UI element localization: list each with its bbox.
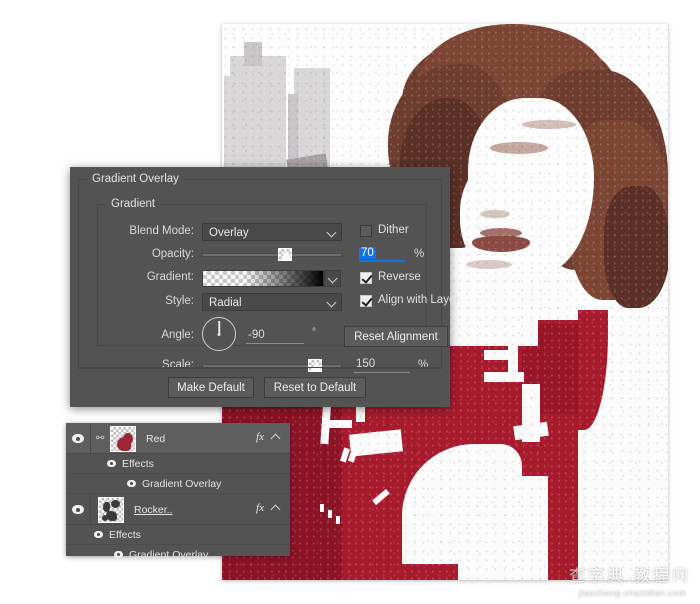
opacity-slider[interactable] bbox=[202, 248, 342, 262]
angle-dial[interactable] bbox=[202, 317, 236, 351]
scale-input[interactable]: 150 bbox=[354, 358, 410, 373]
layer-visibility-cell-rocker[interactable] bbox=[66, 494, 91, 525]
opacity-label: Opacity: bbox=[151, 248, 194, 260]
watermark-url: jiaocheng.chazidian.com bbox=[578, 588, 687, 598]
dither-checkbox-box bbox=[360, 225, 372, 237]
layer-row-rocker[interactable]: Rocker.. fx bbox=[66, 494, 290, 525]
opacity-unit: % bbox=[414, 248, 425, 260]
layer-name-rocker[interactable]: Rocker.. bbox=[134, 504, 173, 516]
layer-thumbnail-red[interactable] bbox=[110, 426, 136, 452]
chevron-up-icon[interactable] bbox=[272, 505, 281, 511]
layer-visibility-cell-red[interactable] bbox=[66, 423, 91, 454]
reset-to-default-button[interactable]: Reset to Default bbox=[264, 377, 366, 398]
blend-mode-select[interactable]: Overlay bbox=[202, 223, 342, 241]
angle-dial-center bbox=[217, 333, 221, 336]
dialog-divider bbox=[78, 367, 442, 368]
layer-name-red[interactable]: Red bbox=[146, 433, 165, 445]
align-with-layer-checkbox-box bbox=[360, 295, 372, 307]
gradient-preview-swatch[interactable] bbox=[202, 270, 324, 287]
fx-icon[interactable]: fx bbox=[256, 502, 264, 514]
style-value: Radial bbox=[209, 297, 242, 309]
gradient-label: Gradient: bbox=[146, 271, 194, 283]
reverse-label: Reverse bbox=[378, 271, 421, 283]
gradient-subgroup: Gradient Blend Mode: Overlay Dither Opac… bbox=[97, 198, 459, 373]
eye-icon[interactable] bbox=[94, 531, 103, 538]
eye-icon[interactable] bbox=[107, 460, 116, 467]
opacity-value: 70 bbox=[359, 247, 376, 259]
style-label: Style: bbox=[165, 295, 194, 307]
opacity-slider-track bbox=[202, 253, 342, 257]
effects-row-red[interactable]: Effects bbox=[66, 454, 290, 474]
scale-slider-thumb[interactable] bbox=[308, 359, 322, 372]
effects-label-rocker: Effects bbox=[109, 529, 141, 541]
effect-gradient-overlay-rocker[interactable]: Gradient Overlay bbox=[66, 545, 290, 565]
eye-icon[interactable] bbox=[127, 480, 136, 487]
effect-gradient-overlay-red[interactable]: Gradient Overlay bbox=[66, 474, 290, 494]
gradient-overlay-group: Gradient Overlay Gradient Blend Mode: Ov… bbox=[78, 173, 459, 373]
eye-icon[interactable] bbox=[114, 551, 123, 558]
dither-label: Dither bbox=[378, 224, 409, 236]
style-select[interactable]: Radial bbox=[202, 293, 342, 311]
make-default-button[interactable]: Make Default bbox=[168, 377, 254, 398]
gradient-overlay-dialog[interactable]: Gradient Overlay Gradient Blend Mode: Ov… bbox=[70, 167, 459, 407]
scale-slider[interactable] bbox=[202, 359, 342, 373]
scale-value: 150 bbox=[356, 358, 376, 370]
angle-input[interactable]: -90 bbox=[246, 329, 304, 344]
dialog-title: Gradient Overlay bbox=[87, 173, 184, 185]
scale-label: Scale: bbox=[162, 359, 194, 371]
opacity-slider-thumb[interactable] bbox=[278, 248, 292, 261]
layers-panel[interactable]: ⚯ Red fx Effects Gradient Overlay Rocker… bbox=[66, 423, 290, 561]
eye-icon[interactable] bbox=[72, 505, 84, 514]
gradient-group-title: Gradient bbox=[106, 198, 161, 210]
angle-label: Angle: bbox=[161, 329, 194, 341]
chevron-up-icon[interactable] bbox=[272, 434, 281, 440]
angle-value: -90 bbox=[248, 329, 265, 341]
fx-icon[interactable]: fx bbox=[256, 431, 264, 443]
gradient-picker-chevron-down-icon[interactable] bbox=[324, 270, 341, 287]
chevron-down-icon bbox=[328, 228, 336, 236]
layer-row-red[interactable]: ⚯ Red fx bbox=[66, 423, 290, 454]
reverse-checkbox-box bbox=[360, 272, 372, 284]
align-with-layer-label: Align with Layer bbox=[378, 294, 460, 306]
chevron-down-icon bbox=[328, 298, 336, 306]
eye-icon[interactable] bbox=[72, 434, 84, 443]
opacity-input[interactable]: 70 bbox=[359, 247, 405, 262]
blend-mode-label: Blend Mode: bbox=[129, 225, 194, 237]
effects-label-red: Effects bbox=[122, 458, 154, 470]
effect-name-red: Gradient Overlay bbox=[142, 478, 222, 490]
effects-row-rocker[interactable]: Effects bbox=[66, 525, 290, 545]
layer-thumbnail-rocker[interactable] bbox=[98, 497, 124, 523]
angle-unit: ° bbox=[312, 327, 316, 338]
link-icon[interactable]: ⚯ bbox=[96, 433, 105, 444]
reset-alignment-button[interactable]: Reset Alignment bbox=[344, 326, 448, 347]
blend-mode-value: Overlay bbox=[209, 227, 249, 239]
scale-unit: % bbox=[418, 359, 429, 371]
effect-name-rocker: Gradient Overlay bbox=[129, 549, 209, 561]
